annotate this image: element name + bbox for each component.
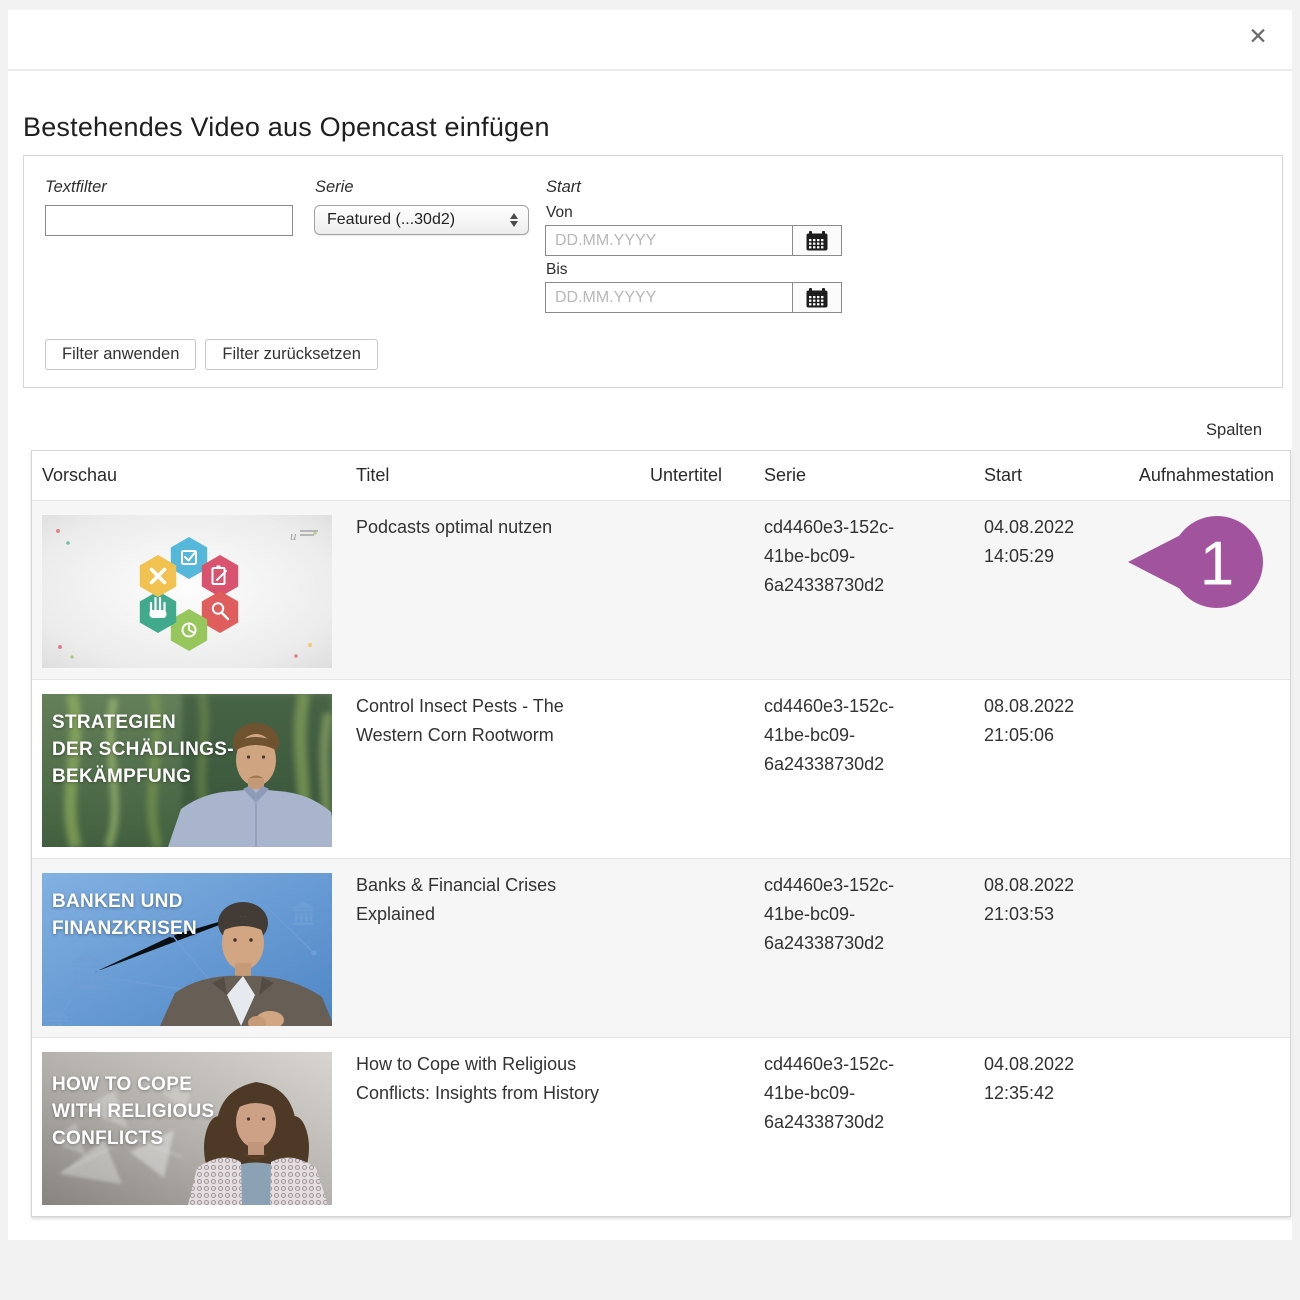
cell-serie: cd4460e3-152c-41be-bc09-6a24338730d2 [764, 680, 984, 858]
date-from-input[interactable] [546, 226, 792, 255]
thumbnail-caption: HOW TO COPE WITH RELIGIOUS CONFLICTS [52, 1072, 215, 1153]
podcast-hexagons-thumbnail[interactable]: u [42, 515, 332, 668]
annotation-step-marker: 1 [1126, 510, 1266, 614]
thumbnail-caption: STRATEGIEN DER SCHÄDLINGS- BEKÄMPFUNG [52, 710, 234, 791]
cell-untertitel [650, 501, 764, 679]
textfilter-input[interactable] [45, 205, 293, 236]
select-arrows-icon [510, 213, 518, 227]
table-row[interactable]: STRATEGIEN DER SCHÄDLINGS- BEKÄMPFUNG Co… [32, 679, 1290, 858]
header-vorschau: Vorschau [32, 465, 356, 486]
header-aufnahmestation: Aufnahmestation [1109, 465, 1290, 486]
video-table: Vorschau Titel Untertitel Serie Start Au… [31, 450, 1291, 1217]
opencast-insert-dialog-page: ✕ Bestehendes Video aus Opencast einfüge… [0, 0, 1300, 1300]
cell-start: 08.08.2022 21:05:06 [984, 680, 1109, 858]
cell-untertitel [650, 680, 764, 858]
banking-crises-thumbnail[interactable]: BANKEN UND FINANZKRISEN [42, 873, 332, 1026]
header-divider [8, 69, 1292, 71]
cell-titel: Control Insect Pests - The Western Corn … [356, 680, 650, 858]
cell-start: 04.08.2022 14:05:29 [984, 501, 1109, 679]
textfilter-label: Textfilter [45, 178, 107, 197]
cell-aufnahmestation [1109, 1038, 1290, 1216]
cell-serie: cd4460e3-152c-41be-bc09-6a24338730d2 [764, 1038, 984, 1216]
header-untertitel: Untertitel [650, 465, 764, 486]
cell-start: 08.08.2022 21:03:53 [984, 859, 1109, 1037]
reset-filter-button[interactable]: Filter zurücksetzen [205, 339, 377, 370]
serie-label: Serie [315, 178, 354, 197]
filter-panel: Textfilter Serie Featured (...30d2) Star… [23, 155, 1283, 388]
start-label: Start [546, 178, 581, 197]
page-title: Bestehendes Video aus Opencast einfügen [23, 112, 550, 143]
cell-vorschau: STRATEGIEN DER SCHÄDLINGS- BEKÄMPFUNG [32, 680, 356, 858]
cell-vorschau: HOW TO COPE WITH RELIGIOUS CONFLICTS [32, 1038, 356, 1216]
cell-untertitel [650, 859, 764, 1037]
modal-header: ✕ [8, 10, 1292, 71]
annotation-step-number: 1 [1200, 530, 1234, 599]
cell-titel: How to Cope with Religious Conflicts: In… [356, 1038, 650, 1216]
cell-serie: cd4460e3-152c-41be-bc09-6a24338730d2 [764, 859, 984, 1037]
table-row[interactable]: BANKEN UND FINANZKRISEN Banks & Financia… [32, 858, 1290, 1037]
pest-control-thumbnail[interactable]: STRATEGIEN DER SCHÄDLINGS- BEKÄMPFUNG [42, 694, 332, 847]
close-icon[interactable]: ✕ [1242, 21, 1274, 53]
cell-aufnahmestation [1109, 680, 1290, 858]
thumbnail-caption: BANKEN UND FINANZKRISEN [52, 889, 197, 943]
apply-filter-button[interactable]: Filter anwenden [45, 339, 196, 370]
cell-serie: cd4460e3-152c-41be-bc09-6a24338730d2 [764, 501, 984, 679]
table-header-row: Vorschau Titel Untertitel Serie Start Au… [32, 451, 1290, 500]
table-row[interactable]: HOW TO COPE WITH RELIGIOUS CONFLICTS How… [32, 1037, 1290, 1216]
table-row[interactable]: u [32, 500, 1290, 679]
serie-select-value: Featured (...30d2) [327, 211, 510, 229]
header-start: Start [984, 465, 1109, 486]
cell-aufnahmestation [1109, 859, 1290, 1037]
religious-conflicts-thumbnail[interactable]: HOW TO COPE WITH RELIGIOUS CONFLICTS [42, 1052, 332, 1205]
calendar-icon[interactable] [792, 226, 841, 255]
bis-label: Bis [546, 261, 568, 279]
cell-untertitel [650, 1038, 764, 1216]
date-from-group [545, 225, 842, 256]
date-to-group [545, 282, 842, 313]
header-titel: Titel [356, 465, 650, 486]
cell-titel: Banks & Financial Crises Explained [356, 859, 650, 1037]
cell-start: 04.08.2022 12:35:42 [984, 1038, 1109, 1216]
header-serie: Serie [764, 465, 984, 486]
cell-vorschau: u [32, 501, 356, 679]
serie-select[interactable]: Featured (...30d2) [314, 205, 529, 235]
calendar-icon[interactable] [792, 283, 841, 312]
cell-vorschau: BANKEN UND FINANZKRISEN [32, 859, 356, 1037]
cell-titel: Podcasts optimal nutzen [356, 501, 650, 679]
svg-text:u: u [290, 528, 297, 543]
opencast-modal: ✕ Bestehendes Video aus Opencast einfüge… [8, 10, 1292, 1240]
date-to-input[interactable] [546, 283, 792, 312]
von-label: Von [546, 204, 573, 222]
columns-selector[interactable]: Spalten [1206, 421, 1262, 440]
